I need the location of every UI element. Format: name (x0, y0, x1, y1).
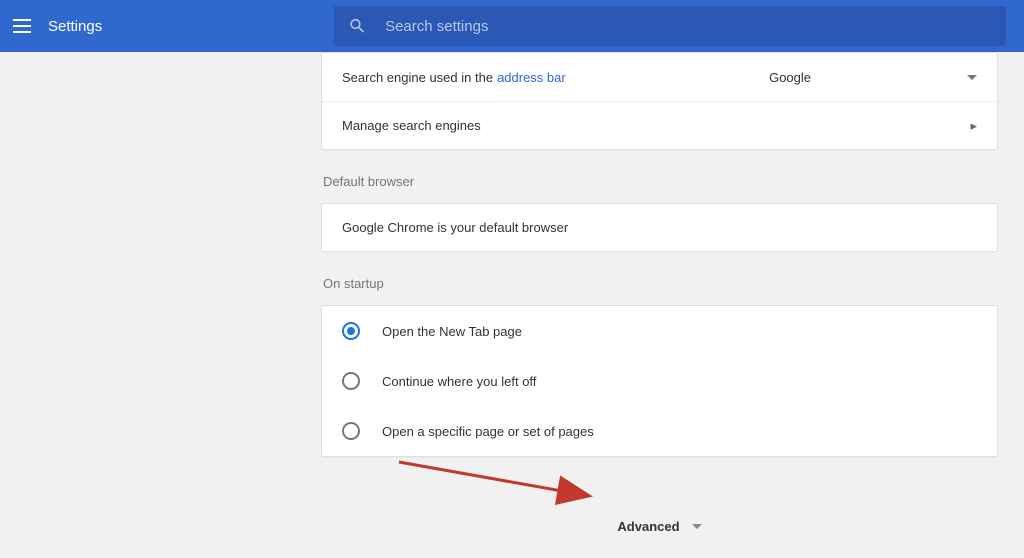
manage-search-engines-row[interactable]: Manage search engines ▸ (322, 101, 997, 149)
chevron-right-icon: ▸ (970, 118, 977, 134)
default-browser-heading: Default browser (323, 174, 998, 189)
startup-option-new-tab[interactable]: Open the New Tab page (322, 306, 997, 356)
default-browser-card: Google Chrome is your default browser (321, 203, 998, 252)
chevron-down-icon (967, 75, 977, 80)
on-startup-card: Open the New Tab page Continue where you… (321, 305, 998, 457)
search-container[interactable] (334, 6, 1006, 46)
page-title: Settings (48, 18, 102, 35)
radio-selected-icon[interactable] (342, 322, 360, 340)
startup-option-continue[interactable]: Continue where you left off (322, 356, 997, 406)
radio-unselected-icon[interactable] (342, 422, 360, 440)
startup-option-label: Open a specific page or set of pages (382, 424, 594, 439)
search-engine-card: Search engine used in the address bar Go… (321, 52, 998, 150)
settings-content: Search engine used in the address bar Go… (321, 52, 998, 534)
address-bar-link[interactable]: address bar (497, 70, 566, 85)
advanced-toggle[interactable]: Advanced (321, 519, 998, 534)
search-engine-label: Search engine used in the address bar (342, 70, 566, 85)
on-startup-heading: On startup (323, 276, 998, 291)
radio-unselected-icon[interactable] (342, 372, 360, 390)
chevron-down-icon (692, 524, 702, 529)
default-browser-message: Google Chrome is your default browser (342, 220, 568, 235)
search-engine-prefix: Search engine used in the (342, 70, 493, 85)
startup-option-label: Open the New Tab page (382, 324, 522, 339)
search-engine-value: Google (769, 70, 941, 85)
startup-option-specific[interactable]: Open a specific page or set of pages (322, 406, 997, 456)
search-input[interactable] (385, 18, 992, 35)
search-engine-row[interactable]: Search engine used in the address bar Go… (322, 53, 997, 101)
startup-option-label: Continue where you left off (382, 374, 536, 389)
search-engine-select[interactable]: Google (769, 70, 977, 85)
advanced-label: Advanced (617, 519, 679, 534)
manage-search-engines-label: Manage search engines (342, 118, 481, 133)
app-header: Settings (0, 0, 1024, 52)
menu-icon[interactable] (10, 14, 34, 38)
search-icon (348, 16, 367, 36)
